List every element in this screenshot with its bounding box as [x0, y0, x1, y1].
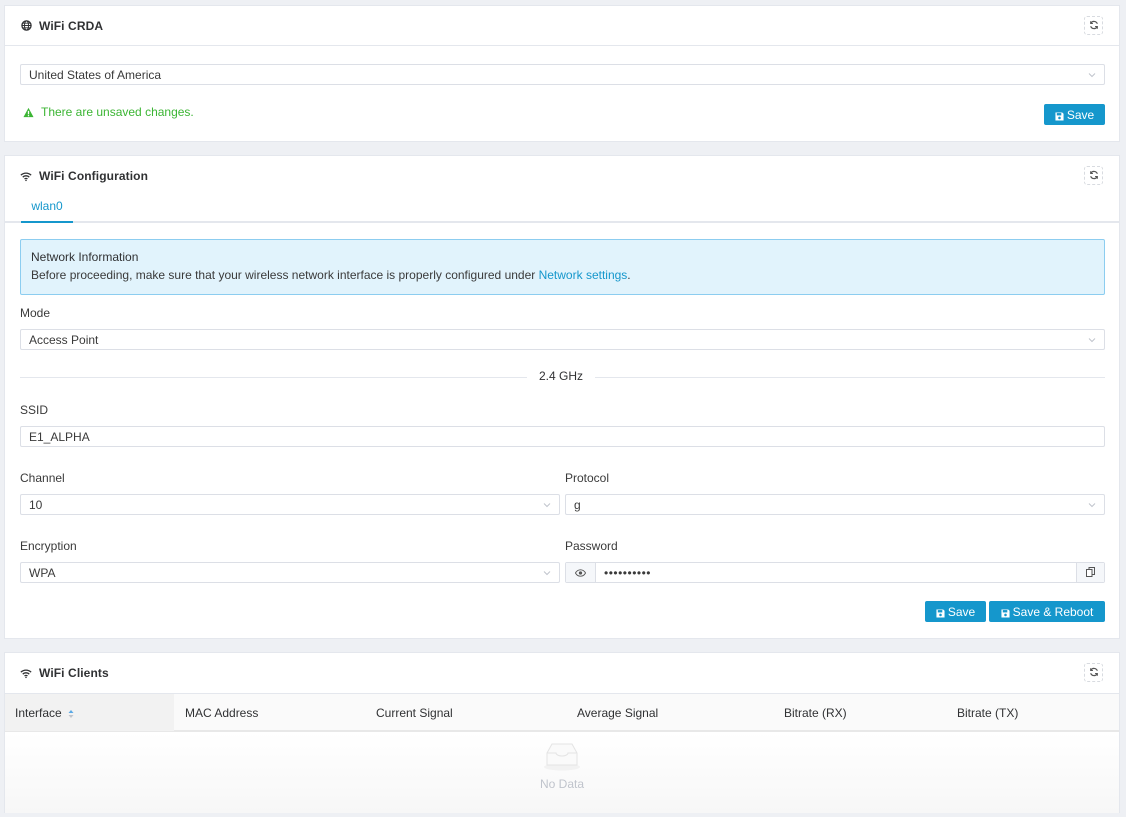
column-header-bitrate-tx[interactable]: Bitrate (TX) — [957, 694, 1018, 731]
column-header-mac-address[interactable]: MAC Address — [185, 694, 258, 731]
sort-icon — [68, 708, 74, 718]
column-header-current-signal[interactable]: Current Signal — [376, 694, 453, 731]
refresh-button[interactable] — [1084, 16, 1103, 35]
save-label: Save — [1066, 107, 1095, 122]
country-select[interactable]: United States of America — [20, 64, 1105, 85]
card-title: WiFi Configuration — [39, 169, 149, 183]
ssid-label: SSID — [20, 403, 49, 417]
refresh-icon — [1089, 666, 1099, 680]
chevron-down-icon — [542, 567, 552, 577]
mode-label: Mode — [20, 306, 51, 320]
channel-label: Channel — [20, 471, 65, 485]
wifi-configuration-header: WiFi Configuration — [5, 156, 1119, 196]
save-button[interactable]: Save — [925, 601, 986, 622]
protocol-label: Protocol — [565, 471, 610, 485]
network-info-alert: Network Information Before proceeding, m… — [20, 239, 1105, 295]
wifi-icon — [20, 667, 32, 679]
protocol-select-value: g — [574, 497, 581, 512]
column-label: Average Signal — [577, 705, 659, 720]
column-label: Bitrate (RX) — [784, 705, 847, 720]
channel-select-value: 10 — [29, 497, 43, 512]
encryption-select[interactable]: WPA — [20, 562, 560, 583]
save-button[interactable]: Save — [1044, 104, 1105, 125]
show-password-button[interactable] — [566, 563, 596, 582]
info-text-body: Before proceeding, make sure that your w… — [31, 268, 539, 282]
info-text: Before proceeding, make sure that your w… — [31, 268, 1094, 282]
ssid-value: E1_ALPHA — [29, 429, 90, 444]
copy-icon — [1086, 566, 1095, 580]
globe-icon — [20, 20, 32, 32]
chevron-down-icon — [542, 499, 552, 509]
clients-table-header: Interface MAC Address Current Signal Ave… — [5, 693, 1119, 732]
save-reboot-label: Save & Reboot — [1012, 604, 1094, 619]
refresh-button[interactable] — [1084, 166, 1103, 185]
column-header-bitrate-rx[interactable]: Bitrate (RX) — [784, 694, 847, 731]
password-value: •••••••••• — [604, 565, 652, 580]
password-label: Password — [565, 539, 618, 553]
empty-inbox-icon — [541, 740, 583, 772]
card-title: WiFi CRDA — [39, 18, 104, 33]
chevron-down-icon — [1087, 69, 1097, 79]
password-input[interactable]: •••••••••• — [596, 563, 1076, 582]
encryption-label: Encryption — [20, 539, 77, 553]
tab-label: wlan0 — [31, 199, 63, 213]
save-icon — [1001, 607, 1010, 618]
save-label: Save — [947, 604, 976, 619]
mode-select[interactable]: Access Point — [20, 329, 1105, 350]
mode-select-value: Access Point — [29, 332, 99, 347]
active-tab-indicator — [21, 221, 73, 223]
wifi-crda-card: WiFi CRDA United States of America There… — [4, 5, 1120, 142]
eye-icon — [574, 566, 587, 580]
warning-icon — [23, 107, 34, 118]
empty-state: No Data — [5, 732, 1119, 813]
column-header-average-signal[interactable]: Average Signal — [577, 694, 658, 731]
encryption-select-value: WPA — [29, 565, 56, 580]
country-select-value: United States of America — [29, 67, 162, 82]
tab-wlan0[interactable]: wlan0 — [21, 196, 73, 223]
wifi-configuration-card: WiFi Configuration wlan0 Network Informa… — [4, 155, 1120, 639]
save-icon — [1055, 110, 1064, 121]
column-label: Current Signal — [376, 705, 453, 720]
network-settings-link[interactable]: Network settings — [539, 268, 628, 282]
ssid-input[interactable]: E1_ALPHA — [20, 426, 1105, 447]
empty-text: No Data — [539, 777, 585, 791]
refresh-icon — [1089, 19, 1099, 33]
wifi-crda-header: WiFi CRDA — [5, 6, 1119, 46]
wifi-clients-card: WiFi Clients Interface MAC Address Curre… — [4, 652, 1120, 813]
info-text-end: . — [627, 268, 631, 282]
save-icon — [936, 607, 945, 618]
unsaved-changes-warning: There are unsaved changes. — [23, 105, 194, 119]
info-title: Network Information — [31, 250, 139, 264]
refresh-icon — [1089, 169, 1099, 183]
channel-select[interactable]: 10 — [20, 494, 560, 515]
column-header-interface[interactable]: Interface — [5, 694, 174, 731]
interface-tabs: wlan0 — [5, 196, 1119, 223]
copy-password-button[interactable] — [1076, 563, 1104, 582]
password-input-group: •••••••••• — [565, 562, 1105, 583]
refresh-button[interactable] — [1084, 663, 1103, 682]
column-label: MAC Address — [185, 705, 259, 720]
protocol-select[interactable]: g — [565, 494, 1105, 515]
column-label: Bitrate (TX) — [957, 705, 1019, 720]
wifi-icon — [20, 170, 32, 182]
band-label: 2.4 GHz — [527, 369, 596, 383]
wifi-clients-header: WiFi Clients — [5, 653, 1119, 693]
column-label: Interface — [15, 705, 62, 720]
chevron-down-icon — [1087, 334, 1097, 344]
chevron-down-icon — [1087, 499, 1097, 509]
warning-text: There are unsaved changes. — [41, 105, 194, 119]
save-and-reboot-button[interactable]: Save & Reboot — [989, 601, 1105, 622]
card-title: WiFi Clients — [39, 666, 109, 680]
